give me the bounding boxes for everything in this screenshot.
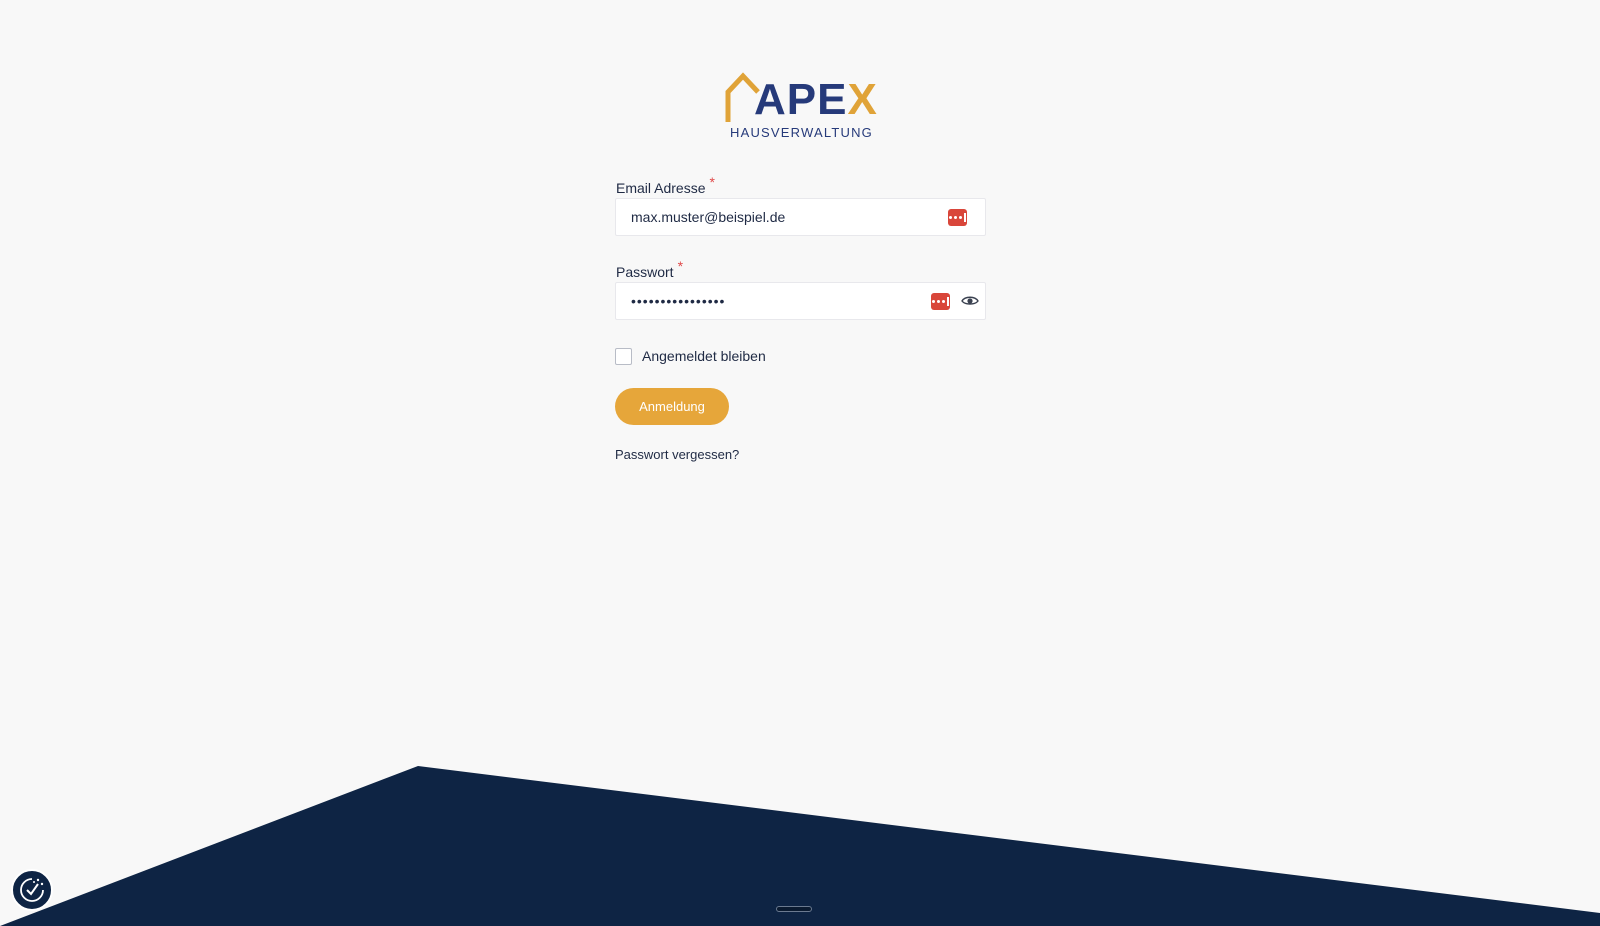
remember-me-option[interactable]: Angemeldet bleiben [615,346,986,366]
email-label-text: Email Adresse [616,180,706,196]
logo-wordmark: APEX [754,78,878,122]
logo-word-accent: X [847,75,878,124]
login-button[interactable]: Anmeldung [615,388,729,425]
cookie-check-icon [20,878,44,902]
logo-subtitle: HAUSVERWALTUNG [730,125,873,140]
forgot-password-link[interactable]: Passwort vergessen? [615,447,986,462]
email-label: Email Adresse * [616,174,986,198]
password-manager-icon[interactable] [931,293,950,310]
password-field-box [615,282,986,320]
password-field[interactable] [616,283,931,319]
logo-word-main: APE [754,75,848,124]
email-field[interactable] [616,199,931,235]
password-label: Passwort * [616,258,986,282]
remember-me-checkbox[interactable] [615,347,632,365]
password-manager-icon[interactable] [948,209,967,226]
password-required-marker: * [677,258,684,274]
home-indicator [776,906,812,912]
login-form: Email Adresse* Passwort* Angemeldet blei… [615,174,986,462]
email-required-marker: * [709,174,715,190]
cookie-settings-button[interactable] [11,869,53,911]
eye-icon[interactable] [961,292,979,310]
remember-me-label: Angemeldet bleiben [642,348,766,364]
company-logo: APEX HAUSVERWALTUNG [724,70,877,142]
email-field-box [615,198,986,236]
password-label-text: Passwort [616,264,674,280]
